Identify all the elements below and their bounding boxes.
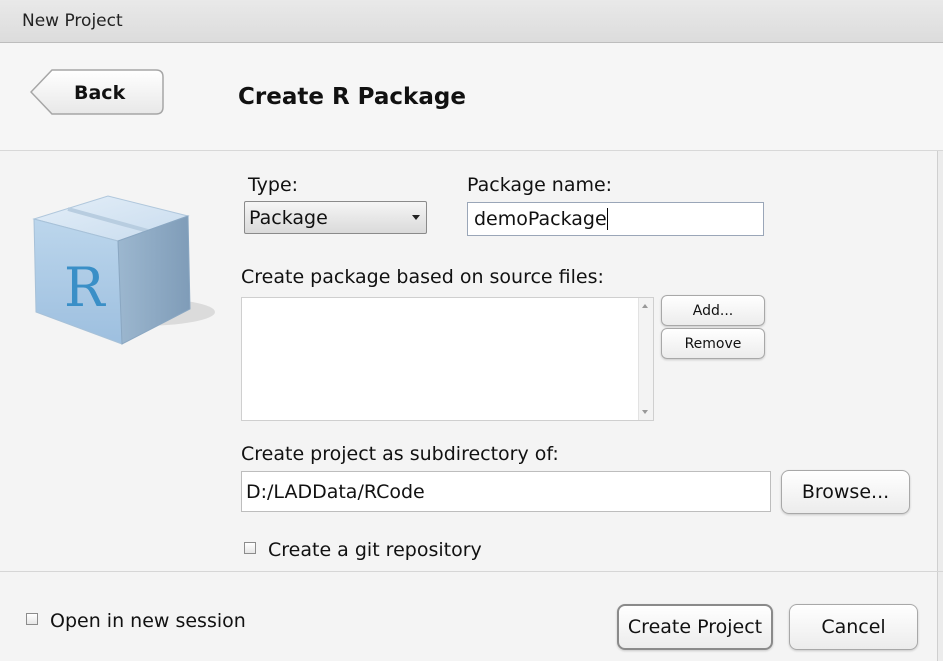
remove-button-label: Remove	[684, 335, 742, 352]
create-project-button-label: Create Project	[627, 616, 763, 638]
add-button-label: Add...	[692, 302, 734, 319]
text-caret	[606, 208, 608, 230]
git-repo-checkbox[interactable]	[244, 542, 256, 554]
page-title: Create R Package	[238, 84, 466, 110]
subdirectory-value: D:/LADData/RCode	[246, 480, 425, 503]
scroll-up-icon[interactable]	[642, 304, 648, 308]
type-select[interactable]: Package	[244, 201, 427, 234]
subdirectory-label: Create project as subdirectory of:	[241, 443, 559, 465]
source-files-list[interactable]	[241, 297, 654, 421]
title-bar: New Project	[0, 0, 943, 43]
type-select-value: Package	[249, 207, 328, 229]
new-session-checkbox[interactable]	[26, 613, 38, 625]
create-project-button[interactable]: Create Project	[617, 604, 773, 650]
package-name-value: demoPackage	[474, 208, 607, 230]
source-files-label: Create package based on source files:	[241, 266, 604, 288]
footer-divider	[0, 571, 943, 572]
back-button-label: Back	[74, 82, 126, 104]
window-title: New Project	[22, 11, 123, 31]
back-button[interactable]: Back	[30, 69, 164, 115]
chevron-down-icon	[412, 215, 420, 220]
scroll-down-icon[interactable]	[642, 410, 648, 414]
remove-button[interactable]: Remove	[661, 328, 765, 359]
git-repo-label: Create a git repository	[268, 539, 482, 561]
source-files-scrollbar[interactable]	[638, 298, 653, 420]
new-session-label: Open in new session	[50, 610, 246, 632]
r-package-cube-icon: R	[30, 194, 215, 358]
cancel-button[interactable]: Cancel	[789, 604, 918, 650]
svg-text:R: R	[64, 256, 106, 319]
browse-button-label: Browse...	[801, 481, 890, 503]
browse-button[interactable]: Browse...	[781, 470, 910, 514]
type-label: Type:	[248, 174, 299, 196]
subdirectory-input[interactable]: D:/LADData/RCode	[241, 471, 771, 512]
add-button[interactable]: Add...	[661, 295, 765, 326]
package-name-label: Package name:	[467, 174, 613, 196]
package-name-input[interactable]: demoPackage	[467, 202, 764, 236]
cancel-button-label: Cancel	[821, 616, 886, 638]
wizard-header: Back Create R Package	[0, 43, 943, 151]
